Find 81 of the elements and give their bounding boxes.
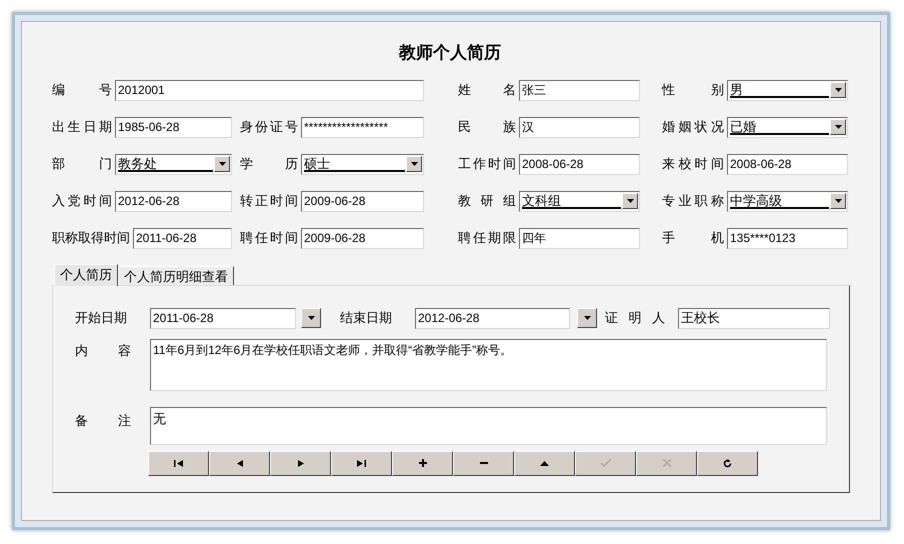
input-field[interactable]: 135****0123 xyxy=(727,228,848,248)
field-label: 入党时间 xyxy=(52,192,112,210)
field-label: 结束日期 xyxy=(340,309,393,328)
caret-icon xyxy=(626,199,634,203)
field-value: 硕士 xyxy=(304,156,405,172)
field-value: 中学高级 xyxy=(730,193,829,209)
input-field[interactable]: ****************** xyxy=(301,116,424,138)
input-field[interactable]: 1985-06-28 xyxy=(115,116,232,138)
input-field[interactable]: 四年 xyxy=(519,228,640,248)
input-field[interactable]: 2009-06-28 xyxy=(301,228,424,248)
field-label: 民 族 xyxy=(458,118,516,136)
caret-icon xyxy=(218,162,226,166)
input-field[interactable]: 2012-06-28 xyxy=(415,308,570,328)
field-label: 婚姻状况 xyxy=(662,118,724,136)
first-button[interactable] xyxy=(148,450,209,476)
field-value: 文科组 xyxy=(522,193,621,209)
field-label: 专业职称 xyxy=(662,192,724,210)
field-label: 聘任时间 xyxy=(240,229,298,248)
dropdown-button[interactable] xyxy=(830,119,846,135)
caret-icon xyxy=(584,316,590,320)
form-title: 教师个人简历 xyxy=(399,42,501,64)
field-label: 性 别 xyxy=(662,81,724,100)
field-label: 职称取得时间 xyxy=(52,229,130,248)
field-label: 身份证号 xyxy=(240,118,298,136)
dropdown-field[interactable]: 教务处 xyxy=(115,154,232,174)
input-field[interactable]: 2009-06-28 xyxy=(301,190,424,212)
caret-icon xyxy=(308,316,314,320)
dropdown-button[interactable] xyxy=(406,156,422,172)
next-button[interactable] xyxy=(270,450,331,476)
dropdown-field[interactable]: 已婚 xyxy=(727,116,848,138)
caret-icon xyxy=(834,199,842,203)
text-area[interactable]: 11年6月到12年6月在学校任职语文老师，并取得“省教学能手”称号。 xyxy=(150,338,827,390)
field-label: 证 明 人 xyxy=(605,309,665,328)
field-value: 男 xyxy=(730,82,829,98)
dropdown-button[interactable] xyxy=(830,193,846,209)
add-button[interactable] xyxy=(392,450,453,476)
field-label: 内 容 xyxy=(75,342,131,360)
caret-icon xyxy=(410,162,418,166)
dropdown-field[interactable]: 硕士 xyxy=(301,154,424,174)
field-label: 手 机 xyxy=(662,229,724,248)
input-field[interactable]: 2011-06-28 xyxy=(133,228,232,248)
dropdown-button[interactable] xyxy=(214,156,230,172)
input-field[interactable]: 2008-06-28 xyxy=(519,154,640,174)
dropdown-field[interactable]: 男 xyxy=(727,80,848,100)
up-button[interactable] xyxy=(514,450,575,476)
field-value: 教务处 xyxy=(118,156,213,172)
input-field[interactable]: 2008-06-28 xyxy=(727,154,848,174)
tab[interactable]: 个人简历 xyxy=(54,264,118,286)
delete-button[interactable] xyxy=(453,450,514,476)
dropdown-button[interactable] xyxy=(622,193,638,209)
field-label: 开始日期 xyxy=(75,309,128,328)
prev-button[interactable] xyxy=(209,450,270,476)
field-label: 部 门 xyxy=(52,155,112,174)
dropdown-field[interactable]: 文科组 xyxy=(519,190,640,212)
field-label: 姓 名 xyxy=(458,81,516,100)
last-button[interactable] xyxy=(331,450,392,476)
field-label: 转正时间 xyxy=(240,192,298,210)
input-field[interactable]: 王校长 xyxy=(678,308,830,328)
input-field[interactable]: 2011-06-28 xyxy=(150,308,296,328)
dropdown-button[interactable] xyxy=(301,308,321,328)
caret-icon xyxy=(834,125,842,129)
input-field[interactable]: 2012001 xyxy=(115,80,424,100)
field-value: 已婚 xyxy=(730,119,829,135)
caret-icon xyxy=(834,88,842,92)
input-field[interactable]: 张三 xyxy=(519,80,640,100)
dropdown-button[interactable] xyxy=(577,308,597,328)
field-label: 来校时间 xyxy=(662,155,724,174)
field-label: 学 历 xyxy=(240,155,298,174)
dropdown-button[interactable] xyxy=(830,82,846,98)
field-label: 教 研 组 xyxy=(458,192,516,210)
dropdown-field[interactable]: 中学高级 xyxy=(727,190,848,212)
field-label: 备 注 xyxy=(75,412,131,430)
field-label: 编 号 xyxy=(52,81,112,100)
field-label: 聘任期限 xyxy=(458,229,516,248)
field-label: 工作时间 xyxy=(458,155,516,174)
tab[interactable]: 个人简历明细查看 xyxy=(118,266,234,284)
field-label: 出生日期 xyxy=(52,118,112,136)
text-area[interactable]: 无 xyxy=(150,406,827,444)
input-field[interactable]: 2012-06-28 xyxy=(115,190,232,212)
input-field[interactable]: 汉 xyxy=(519,116,640,138)
refresh-button[interactable] xyxy=(697,450,758,476)
